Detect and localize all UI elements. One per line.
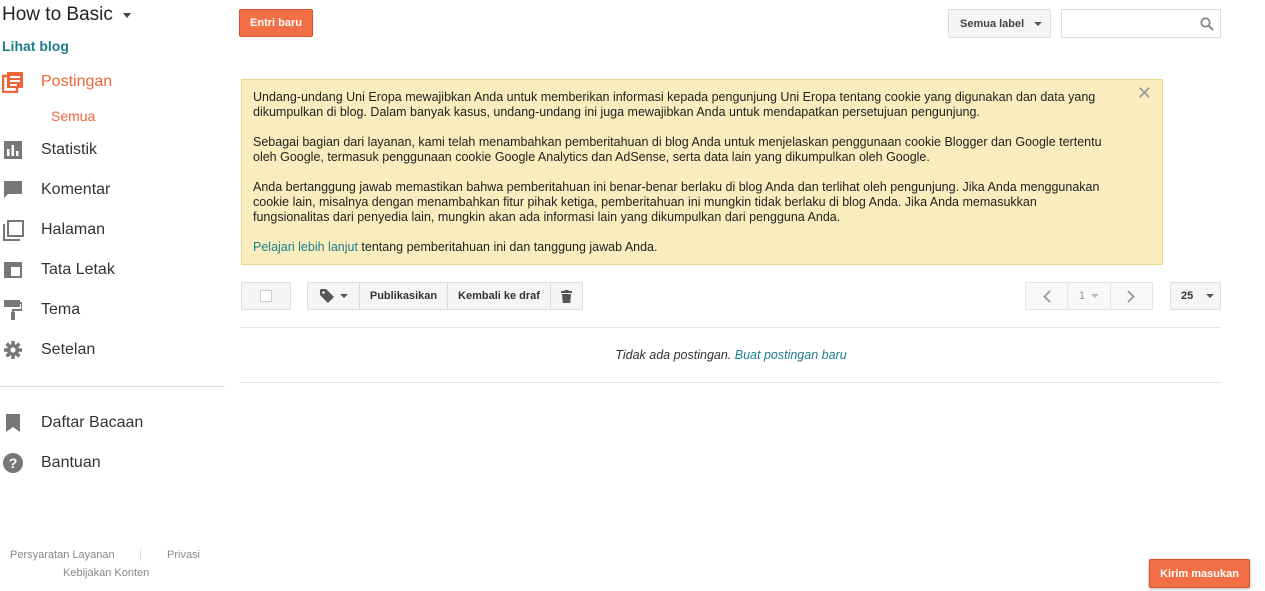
cookie-notice: ✕ Undang-undang Uni Eropa mewajibkan And… [241, 79, 1163, 265]
sidebar-item-label: Bantuan [41, 454, 101, 471]
content-policy-link[interactable]: Kebijakan Konten [63, 567, 149, 579]
blog-title: How to Basic [2, 4, 113, 25]
label-filter-value: Semua label [960, 17, 1025, 30]
blog-title-dropdown[interactable]: How to Basic [2, 4, 131, 26]
list-divider [241, 382, 1221, 383]
page-number: 1 [1078, 290, 1086, 302]
learn-more-link[interactable]: Pelajari lebih lanjut [253, 240, 358, 254]
notice-paragraph: Sebagai bagian dari layanan, kami telah … [253, 135, 1102, 164]
per-page-value: 25 [1181, 290, 1194, 302]
chevron-left-icon [1042, 289, 1051, 303]
sidebar-item-label: Statistik [41, 141, 98, 158]
svg-text:?: ? [9, 455, 18, 471]
notice-text: tentang pemberitahuan ini dan tanggung j… [357, 240, 658, 254]
label-filter-dropdown[interactable]: Semua label [948, 9, 1051, 38]
chevron-down-icon [1091, 294, 1100, 298]
notice-paragraph: Undang-undang Uni Eropa mewajibkan Anda … [253, 90, 1096, 119]
notice-paragraph: Anda bertanggung jawab memastikan bahwa … [253, 180, 1100, 224]
sidebar-item-label: Tema [41, 301, 81, 318]
view-blog-link[interactable]: Lihat blog [2, 38, 69, 54]
next-page-button[interactable] [1111, 283, 1152, 309]
sidebar-item-label: Daftar Bacaan [41, 414, 144, 431]
search-box[interactable] [1061, 9, 1221, 38]
stats-icon [1, 138, 25, 162]
help-icon: ? [1, 451, 25, 475]
chevron-right-icon [1127, 289, 1136, 303]
list-divider [241, 327, 1221, 328]
sidebar-item-settings[interactable]: Setelan [0, 335, 225, 365]
layout-icon [1, 258, 25, 282]
select-all-checkbox[interactable] [260, 290, 272, 302]
sidebar-subitem-all[interactable]: Semua [51, 108, 95, 124]
per-page-select[interactable]: 25 [1170, 282, 1221, 310]
notice-paragraph: Pelajari lebih lanjut tentang pemberitah… [253, 240, 1102, 255]
sidebar-item-pages[interactable]: Halaman [0, 215, 225, 245]
page-select[interactable]: 1 [1068, 283, 1111, 309]
chevron-down-icon [122, 12, 131, 18]
posts-icon [1, 70, 25, 94]
sidebar: How to Basic Lihat blog Postingan Semua … [0, 0, 225, 591]
sidebar-divider [0, 386, 225, 387]
footer-divider [140, 549, 141, 561]
pagination: 1 [1025, 282, 1153, 310]
sidebar-item-layout[interactable]: Tata Letak [0, 255, 225, 285]
chevron-down-icon [1206, 294, 1215, 298]
chevron-down-icon [339, 294, 348, 298]
delete-button[interactable] [551, 283, 582, 309]
sidebar-item-help[interactable]: ? Bantuan [0, 448, 225, 478]
sidebar-item-label: Postingan [41, 73, 113, 90]
label-tag-button[interactable] [308, 283, 360, 309]
bookmark-icon [1, 411, 25, 435]
chevron-down-icon [1034, 21, 1043, 26]
comments-icon [1, 178, 25, 202]
privacy-link[interactable]: Privasi [167, 549, 200, 561]
sidebar-item-label: Tata Letak [41, 261, 115, 278]
empty-state: Tidak ada postingan. Buat postingan baru [241, 348, 1221, 362]
sidebar-item-theme[interactable]: Tema [0, 295, 225, 325]
sidebar-item-comments[interactable]: Komentar [0, 175, 225, 205]
gear-icon [1, 338, 25, 362]
sidebar-item-stats[interactable]: Statistik [0, 135, 225, 165]
empty-message: Tidak ada postingan. [615, 348, 732, 362]
sidebar-item-posts[interactable]: Postingan [0, 67, 225, 97]
search-icon[interactable] [1200, 17, 1214, 36]
sidebar-item-label: Setelan [41, 341, 96, 358]
send-feedback-button[interactable]: Kirim masukan [1149, 559, 1250, 588]
revert-to-draft-button[interactable]: Kembali ke draf [448, 283, 551, 309]
tag-icon [319, 289, 334, 303]
sidebar-item-reading-list[interactable]: Daftar Bacaan [0, 408, 225, 438]
theme-icon [1, 298, 25, 322]
pages-icon [1, 218, 25, 242]
close-icon[interactable]: ✕ [1137, 84, 1152, 102]
terms-link[interactable]: Persyaratan Layanan [10, 549, 115, 561]
create-post-link[interactable]: Buat postingan baru [735, 348, 847, 362]
sidebar-item-label: Halaman [41, 221, 106, 238]
new-post-button[interactable]: Entri baru [239, 9, 313, 37]
sidebar-item-label: Komentar [41, 181, 111, 198]
search-input[interactable] [1066, 11, 1200, 38]
publish-button[interactable]: Publikasikan [360, 283, 448, 309]
post-actions-group: Publikasikan Kembali ke draf [307, 282, 583, 310]
trash-icon [561, 289, 572, 303]
prev-page-button[interactable] [1026, 283, 1069, 309]
select-all-checkbox-button[interactable] [241, 282, 291, 310]
